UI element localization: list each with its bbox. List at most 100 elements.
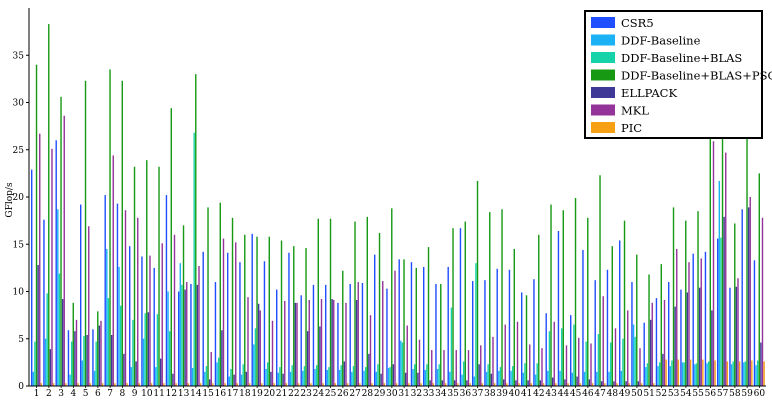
bar-ddf-baseline-blas-psc-9 (133, 166, 136, 386)
bar-ddf-baseline-57 (718, 180, 721, 386)
bar-ddf-baseline-blas-5 (83, 335, 85, 386)
bar-ddf-baseline-blas-10 (144, 313, 146, 386)
bar-ddf-baseline-blas-psc-23 (305, 248, 307, 386)
x-tick-label: 47 (594, 389, 606, 399)
bar-csr5-8 (116, 203, 119, 386)
x-tick-label: 27 (349, 389, 361, 399)
bar-mkl-35 (455, 350, 457, 386)
bar-csr5-40 (508, 269, 511, 386)
bar-mkl-14 (198, 265, 200, 386)
x-tick-label: 24 (313, 389, 325, 399)
legend-swatch (591, 87, 615, 98)
bar-mkl-44 (565, 345, 568, 386)
bar-csr5-1 (31, 169, 33, 386)
bar-mkl-47 (602, 296, 604, 386)
bar-ddf-baseline-blas-56 (707, 361, 710, 386)
bar-ellpack-42 (539, 380, 542, 386)
bar-ellpack-30 (392, 364, 395, 386)
bar-ellpack-58 (735, 286, 738, 386)
bar-ddf-baseline-blas-psc-55 (697, 211, 699, 386)
bar-ddf-baseline-blas-28 (364, 367, 367, 386)
bar-ddf-baseline-12 (167, 291, 169, 386)
x-tick-label: 25 (325, 389, 337, 399)
bar-ddf-baseline-blas-1 (34, 341, 36, 386)
bar-ddf-baseline-blas-12 (168, 331, 171, 386)
bar-pic-60 (763, 361, 765, 386)
bar-ddf-baseline-blas-psc-1 (35, 64, 38, 386)
bar-ddf-baseline-10 (142, 338, 145, 386)
bar-mkl-59 (749, 197, 751, 386)
bar-ddf-baseline-blas-30 (389, 367, 391, 386)
bar-csr5-51 (643, 322, 645, 386)
bar-ddf-baseline-blas-psc-35 (452, 228, 454, 386)
bar-ellpack-26 (343, 361, 346, 386)
bar-ellpack-5 (86, 334, 88, 386)
bar-csr5-6 (92, 329, 94, 386)
bar-csr5-20 (263, 261, 266, 386)
bar-ddf-baseline-blas-psc-22 (293, 246, 295, 386)
bar-mkl-54 (688, 262, 690, 386)
bar-ellpack-28 (368, 353, 370, 386)
bar-csr5-4 (67, 330, 70, 386)
bar-ddf-baseline-blas-36 (462, 361, 465, 386)
bar-ddf-baseline-blas-58 (732, 361, 734, 386)
bar-ddf-baseline-5 (81, 360, 84, 386)
x-tick-label: 28 (362, 389, 374, 399)
bar-ddf-baseline-7 (106, 248, 108, 386)
bar-ddf-baseline-45 (571, 372, 574, 386)
x-tick-label: 41 (521, 389, 532, 399)
x-tick-label: 56 (705, 389, 717, 399)
x-tick-label: 31 (398, 389, 409, 399)
bar-ddf-baseline-18 (240, 374, 243, 386)
bar-ddf-baseline-17 (228, 376, 231, 386)
bar-mkl-13 (186, 282, 188, 386)
bar-ddf-baseline-blas-45 (573, 324, 575, 386)
bar-mkl-55 (700, 258, 702, 386)
bar-ddf-baseline-28 (363, 370, 365, 386)
y-tick-label: 5 (18, 335, 24, 345)
y-tick-label: 30 (13, 99, 25, 109)
bar-mkl-24 (320, 299, 323, 386)
bar-csr5-42 (533, 279, 535, 386)
x-tick-label: 7 (107, 389, 113, 399)
x-tick-label: 23 (300, 389, 312, 399)
bar-ellpack-7 (110, 334, 113, 386)
bar-ellpack-59 (747, 207, 750, 386)
bar-ddf-baseline-55 (694, 364, 696, 386)
bar-ddf-baseline-blas-psc-20 (268, 236, 270, 386)
y-tick-label: 10 (13, 288, 25, 298)
bar-ddf-baseline-59 (743, 362, 745, 387)
x-tick-label: 39 (496, 389, 508, 399)
bar-ellpack-29 (380, 373, 382, 386)
bar-ddf-baseline-blas-4 (70, 341, 73, 386)
bar-ddf-baseline-blas-31 (401, 342, 404, 386)
bar-csr5-25 (325, 284, 327, 386)
bar-ddf-baseline-blas-psc-25 (329, 218, 332, 386)
bar-mkl-12 (173, 234, 176, 386)
bar-ddf-baseline-blas-16 (217, 357, 220, 386)
x-tick-label: 35 (447, 389, 459, 399)
x-tick-label: 8 (120, 389, 126, 399)
bar-mkl-50 (639, 348, 641, 386)
bar-csr5-48 (606, 269, 609, 386)
bar-ddf-baseline-blas-psc-2 (48, 24, 50, 386)
bar-ellpack-46 (588, 379, 591, 386)
x-tick-label: 12 (166, 389, 177, 399)
bar-ellpack-15 (208, 379, 211, 386)
bar-csr5-29 (374, 254, 376, 386)
bar-ddf-baseline-blas-21 (279, 367, 281, 386)
bar-ddf-baseline-blas-psc-58 (734, 223, 736, 386)
bar-ellpack-18 (245, 371, 248, 386)
bar-mkl-56 (712, 141, 715, 386)
x-tick-label: 51 (643, 389, 654, 399)
bar-mkl-40 (516, 321, 519, 386)
bar-ddf-baseline-blas-psc-47 (599, 175, 601, 386)
bar-ddf-baseline-blas-psc-5 (84, 80, 87, 387)
bar-ddf-baseline-blas-psc-54 (685, 220, 687, 387)
x-tick-label: 49 (619, 389, 631, 399)
bar-ddf-baseline-blas-17 (230, 368, 232, 386)
bar-mkl-52 (663, 300, 666, 386)
bar-mkl-58 (737, 278, 739, 386)
bar-ddf-baseline-6 (93, 370, 96, 386)
x-tick-label: 17 (227, 389, 239, 399)
